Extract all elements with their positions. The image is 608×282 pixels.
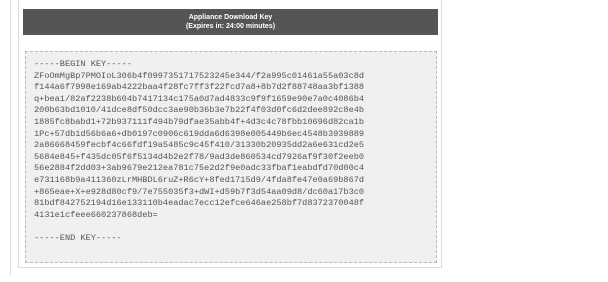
key-line: 200b63bd1010/41dce8df50dcc3ae90b36b3e7b2… xyxy=(34,105,365,116)
key-line: 2a86668459fecbf4c66fdf19a5485c9c45f410/3… xyxy=(34,140,365,151)
key-line: f144a6f7998e169ab4222baa4f28fc7ff3f22fcd… xyxy=(34,82,365,93)
key-text[interactable]: -----BEGIN KEY----- ZFoOmMgBp7PMOIoL306b… xyxy=(34,59,436,245)
key-line: 81bdf842752194d16e133110b4eadac7ecc12efc… xyxy=(34,198,365,209)
download-key-page: Appliance Download Key (Expires in: 24:0… xyxy=(0,0,608,282)
key-line: +865eae+X+e928d80cf9/7e755035f3+dWI+d59b… xyxy=(34,186,365,197)
key-begin-marker: -----BEGIN KEY----- xyxy=(34,59,132,69)
key-header-expiry: (Expires in: 24:00 minutes) xyxy=(185,23,276,30)
key-line: ZFoOmMgBp7PMOIoL306b4f0997351717523245e3… xyxy=(34,70,365,81)
left-divider xyxy=(10,0,11,276)
key-end-marker: -----END KEY----- xyxy=(34,232,122,243)
key-line: 4131e1cfeee660237868deb= xyxy=(34,209,158,220)
key-line: 1Pc+57db1d56b6a6+db0197c0906c619dda6d639… xyxy=(34,128,365,139)
key-line: 5684e845+f435dc05f6f5134d4b2e2f78/9ad3de… xyxy=(34,151,365,162)
key-line: 1885fc8babd1+72b937111f494b79dfae35abb4f… xyxy=(34,116,365,127)
key-line: 56e2884f2dd03+3ab9679e212ea781c75e2d2f9e… xyxy=(34,163,365,174)
key-line: q+bea1/82af2238b604b7417134c175a0d7ad483… xyxy=(34,93,365,104)
key-text-box[interactable]: -----BEGIN KEY----- ZFoOmMgBp7PMOIoL306b… xyxy=(25,51,437,263)
key-header-title: Appliance Download Key xyxy=(188,14,273,21)
key-header-bar: Appliance Download Key (Expires in: 24:0… xyxy=(23,9,438,35)
key-line: e731168b9a411360zLrMHBDL6ruZ+R6cY+8fed17… xyxy=(34,174,365,185)
